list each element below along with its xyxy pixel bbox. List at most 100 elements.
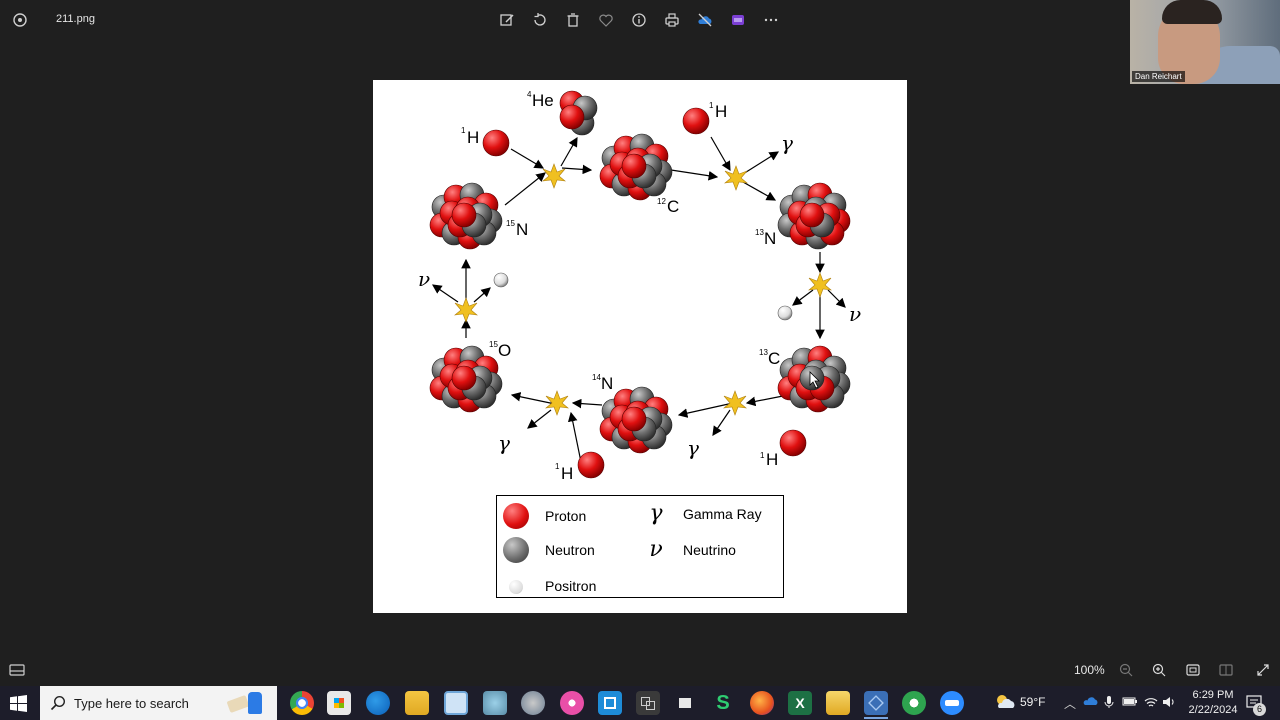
n14-symbol-label: N (601, 374, 613, 393)
proton-h1-b (682, 107, 710, 135)
taskbar-search-box[interactable]: Type here to search (40, 686, 277, 720)
excel-app-icon[interactable]: X (788, 691, 812, 715)
neutrino-label-2: ν (418, 267, 430, 291)
c12-symbol-label: C (667, 197, 679, 216)
search-highlight-icon (224, 690, 272, 716)
flash-4 (723, 390, 747, 416)
onedrive-tray-icon[interactable] (1083, 695, 1099, 710)
files-app-icon[interactable] (673, 691, 697, 715)
weather-icon[interactable] (993, 691, 1017, 716)
webcam-name: Dan Reichart (1132, 71, 1185, 82)
screen-capture-icon[interactable] (598, 691, 622, 715)
flash-2 (724, 165, 748, 191)
print-icon[interactable] (655, 6, 688, 34)
edge-app-icon[interactable] (366, 691, 390, 715)
flash-1 (542, 163, 566, 189)
positron-icon (509, 580, 523, 594)
zoom-level: 100% (1074, 663, 1105, 677)
more-icon[interactable] (754, 6, 787, 34)
clock-date: 2/22/2024 (1188, 704, 1238, 716)
notepad-app-icon[interactable] (444, 691, 468, 715)
h1d-symbol-label: H (561, 464, 573, 483)
browser-app-icon[interactable] (902, 691, 926, 715)
snipping-tool-icon[interactable] (483, 691, 507, 715)
itunes-app-icon[interactable] (560, 691, 584, 715)
battery-icon[interactable] (1122, 695, 1138, 710)
windows-taskbar: Type here to search S X 59°F ︿ 6:29 PM 2… (0, 686, 1280, 720)
reaction-flashes (454, 163, 832, 416)
favorite-icon[interactable] (589, 6, 622, 34)
legend-positron: Positron (503, 574, 596, 600)
fit-to-window-icon[interactable] (1185, 662, 1201, 678)
volume-icon[interactable] (1162, 695, 1176, 712)
helium-4-nucleus (559, 90, 598, 136)
webcam-overlay: Dan Reichart (1130, 0, 1280, 84)
onedrive-icon[interactable] (688, 6, 721, 34)
photos-app-icon[interactable] (10, 10, 30, 30)
tray-chevron-up-icon[interactable]: ︿ (1064, 695, 1076, 712)
clock-time: 6:29 PM (1192, 689, 1234, 701)
nucleus-proton (451, 365, 477, 391)
gamma-label-2: γ (687, 436, 699, 460)
zoom-in-icon[interactable] (1151, 662, 1167, 678)
oxygen-15-nucleus (429, 345, 503, 413)
proton-h1-d (577, 451, 605, 479)
photos-app-taskbar-icon[interactable] (864, 691, 888, 715)
photos-app-window: 211.png Dan Reichart 4 He 1 H 1 H 1 H 1 … (0, 0, 1280, 686)
he4-symbol-label: He (532, 91, 554, 110)
nucleus-proton (799, 202, 825, 228)
h1c-mass-label: 1 (760, 451, 765, 460)
legend-gamma: γ Gamma Ray (643, 501, 761, 526)
clipchamp-icon[interactable] (721, 6, 754, 34)
active-app-indicator (864, 717, 888, 719)
wifi-icon[interactable] (1143, 695, 1159, 712)
o15-symbol-label: O (498, 341, 511, 360)
info-icon[interactable] (622, 6, 655, 34)
folder-app-icon[interactable] (826, 691, 850, 715)
actual-size-icon[interactable] (1218, 662, 1234, 678)
file-explorer-icon[interactable] (405, 691, 429, 715)
c12-mass-label: 12 (657, 197, 666, 206)
firefox-app-icon[interactable] (750, 691, 774, 715)
legend-proton: Proton (503, 503, 586, 529)
h1a-symbol-label: H (467, 128, 479, 147)
nucleus-proton (451, 202, 477, 228)
filmstrip-icon[interactable] (9, 663, 25, 677)
nitrogen-15-nucleus (429, 182, 503, 250)
rotate-icon[interactable] (523, 6, 556, 34)
search-placeholder: Type here to search (74, 695, 189, 711)
zoom-app-icon[interactable] (940, 691, 964, 715)
zoom-out-icon[interactable] (1118, 662, 1134, 678)
proton-h1-c (779, 429, 807, 457)
task-view-icon[interactable] (636, 691, 660, 715)
taskbar-clock[interactable]: 6:29 PM 2/22/2024 (1183, 688, 1243, 718)
fullscreen-icon[interactable] (1255, 662, 1271, 678)
nitrogen-13-nucleus (777, 182, 851, 250)
proton-icon (503, 503, 529, 529)
gamma-label-1: γ (781, 131, 793, 155)
delete-icon[interactable] (556, 6, 589, 34)
gamma-icon: γ (649, 501, 663, 526)
chrome-app-icon[interactable] (290, 691, 314, 715)
file-name: 211.png (56, 13, 95, 25)
legend-neutrino: ν Neutrino (643, 537, 736, 562)
gamma-label-3: γ (498, 431, 510, 455)
microphone-icon[interactable] (1104, 695, 1114, 712)
carbon-12-nucleus (599, 133, 673, 201)
edit-icon[interactable] (490, 6, 523, 34)
nucleus-proton (621, 153, 647, 179)
store-app-icon[interactable] (327, 691, 351, 715)
windows-start-icon[interactable] (10, 695, 27, 712)
viewer-status-bar: 100% (0, 655, 1280, 686)
weather-temp[interactable]: 59°F (1020, 695, 1045, 709)
title-bar: 211.png (0, 0, 1280, 40)
stash-app-icon[interactable]: S (711, 691, 735, 715)
notification-count-badge: 6 (1253, 703, 1266, 716)
h1a-mass-label: 1 (461, 126, 466, 135)
h1c-symbol-label: H (766, 450, 778, 469)
paint-app-icon[interactable] (521, 691, 545, 715)
neutrino-label-1: ν (849, 302, 861, 326)
nucleus-proton (621, 406, 647, 432)
neutrino-icon: ν (649, 537, 663, 562)
positron-b (493, 272, 509, 288)
